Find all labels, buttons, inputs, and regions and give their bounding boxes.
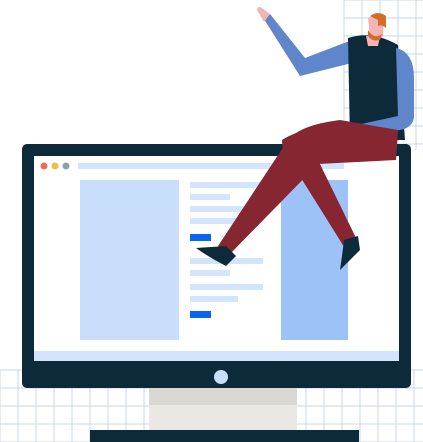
illustration-svg: [0, 0, 423, 442]
minimize-dot: [51, 162, 59, 170]
content-button-2: [190, 311, 211, 318]
content-image-panel: [80, 180, 179, 340]
monitor-base: [149, 405, 297, 430]
monitor-stand: [149, 387, 297, 405]
monitor-base-bar: [90, 430, 359, 442]
text-line: [190, 194, 230, 200]
text-line: [190, 284, 263, 290]
text-line: [190, 218, 238, 224]
text-line: [190, 296, 238, 302]
text-line: [190, 206, 248, 212]
raised-arm: [262, 14, 356, 76]
illustration-scene: [0, 0, 423, 442]
maximize-dot: [62, 162, 70, 170]
content-button-1: [190, 234, 211, 241]
text-line: [190, 182, 263, 188]
power-button: [214, 370, 228, 384]
text-line: [190, 270, 230, 276]
close-dot: [40, 162, 48, 170]
